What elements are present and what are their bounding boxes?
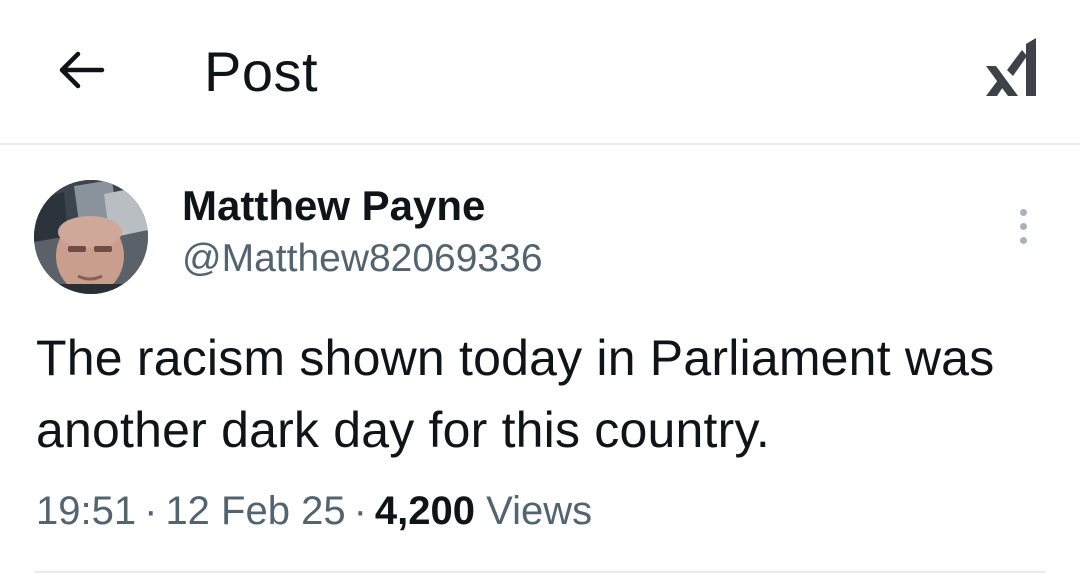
views-label[interactable]: Views [486, 489, 592, 533]
page-title: Post [204, 40, 319, 103]
more-options-button[interactable] [1004, 202, 1042, 250]
post-date[interactable]: 12 Feb 25 [165, 489, 345, 533]
grok-icon [986, 38, 1036, 96]
separator: · [144, 489, 158, 533]
grok-button[interactable] [980, 34, 1044, 100]
post-text: The racism shown today in Parliament was… [36, 330, 995, 458]
post-metadata: 19:51 · 12 Feb 25 · 4,200 Views [36, 486, 592, 536]
author-name[interactable]: Matthew Payne [182, 181, 485, 231]
more-vertical-icon [1019, 208, 1027, 216]
separator: · [353, 489, 367, 533]
top-bar: Post [0, 0, 1080, 145]
arrow-left-icon [59, 51, 105, 89]
author-avatar[interactable] [34, 180, 148, 294]
views-count[interactable]: 4,200 [375, 489, 475, 533]
post-time[interactable]: 19:51 [36, 489, 136, 533]
author-handle[interactable]: @Matthew82069336 [182, 235, 543, 283]
back-button[interactable] [50, 42, 110, 98]
